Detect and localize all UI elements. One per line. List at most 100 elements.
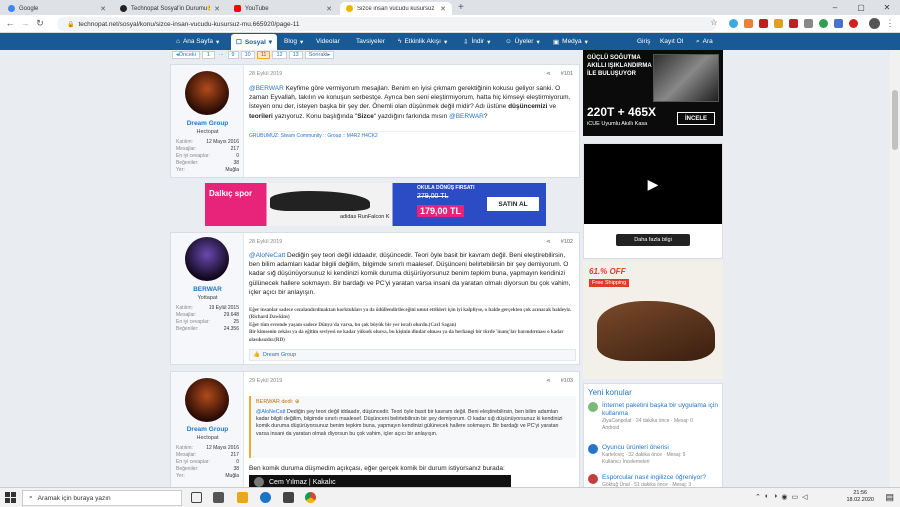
tray-icon[interactable]: ◉ xyxy=(781,493,787,501)
extension-icon[interactable] xyxy=(729,19,738,28)
chrome-icon[interactable] xyxy=(305,492,316,503)
page-link[interactable]: 1 xyxy=(201,51,215,59)
more-info-button[interactable]: Daha fazla bilgi xyxy=(616,234,690,246)
store-icon[interactable] xyxy=(283,492,294,503)
nav-members[interactable]: ☺ Üyeler ▾ xyxy=(505,33,540,50)
avatar[interactable] xyxy=(185,237,229,281)
scrollbar-thumb[interactable] xyxy=(892,90,898,150)
username[interactable]: Dream Group xyxy=(171,426,244,433)
nav-blog[interactable]: Blog ▾ xyxy=(284,33,303,50)
right-ad-shoe[interactable]: 61.% OFF Free Shipping xyxy=(583,261,723,379)
back-icon[interactable]: ← xyxy=(4,18,16,28)
reactions-bar[interactable]: 👍 Dream Group xyxy=(249,349,576,361)
close-icon[interactable]: ✕ xyxy=(100,5,106,13)
tab-technopat-status[interactable]: Technopat Sosyal'in Durumu😮 ✕ xyxy=(114,2,226,15)
extension-icon[interactable] xyxy=(849,19,858,28)
mention-link[interactable]: @BERWAR xyxy=(249,85,284,92)
nav-media[interactable]: ▣ Medya ▾ xyxy=(553,33,588,50)
banner-ad[interactable]: Dalkıç spor adidas RunFalcon K OKULA DÖN… xyxy=(205,183,546,226)
nav-social[interactable]: ☐ Sosyal ▾ xyxy=(231,34,278,50)
file-explorer-icon[interactable] xyxy=(237,492,248,503)
signature-link[interactable]: GRUBUMUZ: Steam Community :: Group :: M4… xyxy=(249,133,378,139)
maximize-icon[interactable]: ▢ xyxy=(848,0,874,15)
avatar[interactable] xyxy=(185,71,229,115)
volume-icon[interactable]: ◁ xyxy=(802,493,807,501)
topic-link[interactable]: Oyuncu ürünleri önerisi xyxy=(602,444,685,452)
username[interactable]: BERWAR xyxy=(171,286,244,293)
windows-start-icon[interactable] xyxy=(5,492,16,503)
reload-icon[interactable]: ↻ xyxy=(34,18,46,29)
post-date[interactable]: 28 Eylül 2019 xyxy=(249,239,282,245)
post-date[interactable]: 29 Eylül 2019 xyxy=(249,378,282,384)
clock[interactable]: 21:56 18.02.2020 xyxy=(846,490,874,504)
topic-item[interactable]: Oyuncu ürünleri önerisi Karteloviç · 32 d… xyxy=(588,444,720,466)
topic-forum[interactable]: Android xyxy=(602,425,720,432)
next-page-button[interactable]: Sonraki▸ xyxy=(304,51,335,59)
topic-item[interactable]: İnternet paketini başka bir uygulama içi… xyxy=(588,402,720,432)
quote-author[interactable]: BERWAR dedi: ⊕ xyxy=(256,399,571,405)
bookmark-star-icon[interactable]: ☆ xyxy=(708,18,720,27)
minimize-icon[interactable]: – xyxy=(822,0,848,15)
tab-google[interactable]: Google ✕ xyxy=(2,2,112,15)
post-number[interactable]: ⋖ #103 xyxy=(546,378,573,384)
topic-forum[interactable]: Kullanıcı İncelemeleri xyxy=(602,459,685,466)
tray-icon[interactable]: ◐ xyxy=(765,493,769,501)
close-icon[interactable]: ✕ xyxy=(440,5,446,13)
nav-download[interactable]: ⇩ İndir ▾ xyxy=(463,33,490,50)
ad-buy-button[interactable]: SATIN AL xyxy=(487,197,539,211)
close-icon[interactable]: ✕ xyxy=(326,5,332,13)
url-field[interactable]: 🔒 technopat.net/sosyal/konu/sizce-insan-… xyxy=(57,17,717,31)
profile-avatar[interactable] xyxy=(869,18,880,29)
tab-youtube[interactable]: YouTube ✕ xyxy=(228,2,338,15)
tray-icon[interactable]: ◑ xyxy=(773,493,777,501)
share-icon[interactable]: ⋖ xyxy=(546,239,551,245)
edge-icon[interactable] xyxy=(260,492,271,503)
share-icon[interactable]: ⋖ xyxy=(546,378,551,384)
page-link[interactable]: 9 xyxy=(227,51,239,59)
tab-current-topic[interactable]: Sizce insan vücudu kusursuz mu? ✕ xyxy=(340,2,452,15)
mention-link[interactable]: @BERWAR xyxy=(449,113,484,120)
nav-activity[interactable]: ϟ Etkinlik Akışı ▾ xyxy=(398,33,447,50)
page-link[interactable]: 13 xyxy=(288,51,303,59)
forward-icon[interactable]: → xyxy=(19,18,31,28)
topic-link[interactable]: İnternet paketini başka bir uygulama içi… xyxy=(602,402,720,418)
login-link[interactable]: Giriş xyxy=(637,33,650,50)
avatar[interactable] xyxy=(185,378,229,422)
window-close-icon[interactable]: ✕ xyxy=(874,0,900,15)
menu-dots-icon[interactable]: ⋮ xyxy=(884,18,896,29)
close-icon[interactable]: ✕ xyxy=(214,5,220,13)
ad-cta-button[interactable]: İNCELE xyxy=(677,112,715,125)
extension-icon[interactable] xyxy=(744,19,753,28)
post-number[interactable]: ⋖ #102 xyxy=(546,239,573,245)
search-link[interactable]: ⌕ Ara xyxy=(696,33,713,50)
right-ad-video[interactable]: ▶ Daha fazla bilgi xyxy=(583,143,723,259)
nav-videos[interactable]: Videolar xyxy=(316,33,340,50)
username[interactable]: Dream Group xyxy=(171,120,244,127)
page-link[interactable]: 12 xyxy=(272,51,287,59)
topic-link[interactable]: Esporcular nasıl ingilizce öğreniyor? xyxy=(602,474,706,482)
post-number[interactable]: ⋖ #101 xyxy=(546,71,573,77)
extension-icon[interactable] xyxy=(789,19,798,28)
mail-icon[interactable] xyxy=(213,492,224,503)
reaction-user[interactable]: Dream Group xyxy=(263,352,296,358)
extension-icon[interactable] xyxy=(834,19,843,28)
network-icon[interactable]: ▭ xyxy=(791,493,798,501)
right-ad-corsair[interactable]: GÜÇLÜ SOĞUTMA AKILLI IŞIKLANDIRMA İLE BULU… xyxy=(583,50,723,136)
page-link[interactable]: 10 xyxy=(240,51,255,59)
share-icon[interactable]: ⋖ xyxy=(546,71,551,77)
mention-link[interactable]: @AloNeCatt xyxy=(256,409,286,415)
nav-recommendations[interactable]: Tavsiyeler xyxy=(356,33,385,50)
new-tab-button[interactable]: + xyxy=(458,2,464,13)
mention-link[interactable]: @AloNeCatt xyxy=(249,252,285,259)
extension-icon[interactable] xyxy=(819,19,828,28)
extension-icon[interactable] xyxy=(759,19,768,28)
task-view-icon[interactable] xyxy=(191,492,202,503)
play-icon[interactable]: ▶ xyxy=(584,144,722,224)
extension-icon[interactable] xyxy=(774,19,783,28)
register-link[interactable]: Kayıt Ol xyxy=(660,33,683,50)
notifications-icon[interactable]: ▤ xyxy=(885,492,894,503)
tray-icon[interactable]: ⌃ xyxy=(755,493,761,501)
post-date[interactable]: 28 Eylül 2019 xyxy=(249,71,282,77)
extension-icon[interactable] xyxy=(804,19,813,28)
taskbar-search[interactable]: ⌕ Aramak için buraya yazın xyxy=(22,490,182,506)
